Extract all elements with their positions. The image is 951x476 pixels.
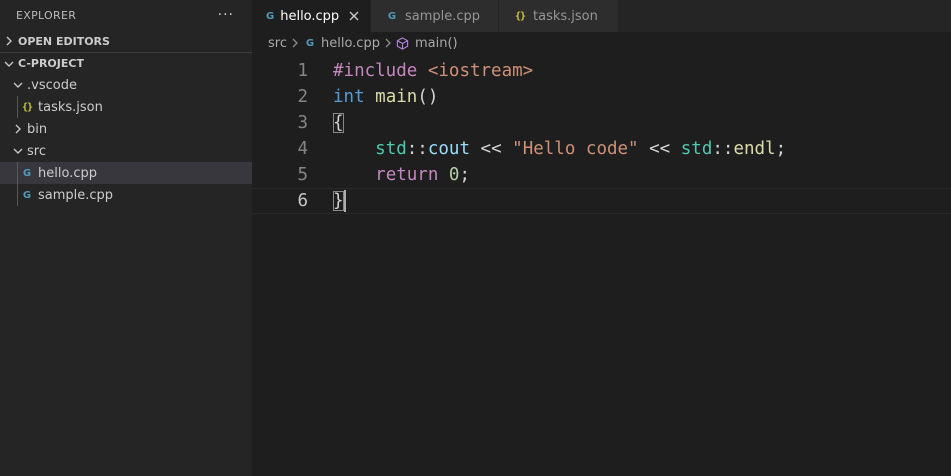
breadcrumb-symbol[interactable]: main() — [396, 36, 458, 51]
tab-sample-cpp[interactable]: G sample.cpp — [371, 0, 499, 32]
explorer-header: EXPLORER ··· — [0, 0, 252, 30]
explorer-sidebar: EXPLORER ··· OPEN EDITORS C-PROJECT .vsc… — [0, 0, 252, 476]
open-editors-label: OPEN EDITORS — [18, 34, 110, 48]
tree-label: src — [27, 143, 46, 159]
variable-token: cout — [427, 139, 470, 159]
semicolon-token: ; — [459, 165, 470, 185]
tab-bar: G hello.cpp G sample.cpp {} tasks.json — [252, 0, 951, 32]
line-number: 3 — [297, 113, 308, 133]
tree-label: hello.cpp — [38, 165, 97, 181]
tree-folder-src[interactable]: src — [0, 140, 252, 162]
cpp-file-icon: G — [387, 10, 397, 22]
line-number: 5 — [297, 165, 308, 185]
semicolon-token: ; — [775, 139, 787, 159]
indent-guide — [17, 162, 18, 184]
code-line: 1 #include <iostream> — [252, 58, 951, 84]
breadcrumb-symbol-label: main() — [414, 35, 458, 51]
indent-guide — [17, 184, 18, 206]
line-number: 2 — [297, 87, 308, 107]
code-line: 3 { — [252, 110, 951, 136]
matching-brace: { — [333, 113, 344, 133]
chevron-down-icon — [12, 80, 24, 90]
breadcrumb-file-label: hello.cpp — [320, 35, 380, 51]
breadcrumb-folder[interactable]: src — [268, 36, 287, 51]
cpp-file-icon: G — [22, 167, 32, 179]
tab-label: hello.cpp — [280, 8, 340, 24]
code-line-current: 6 } — [252, 188, 951, 214]
tab-label: tasks.json — [533, 8, 598, 24]
chevron-right-icon — [12, 124, 24, 134]
chevron-right-icon — [291, 38, 299, 48]
code-line: 5 return 0; — [252, 162, 951, 188]
close-icon[interactable] — [349, 8, 359, 24]
chevron-down-icon — [12, 146, 24, 156]
open-editors-section[interactable]: OPEN EDITORS — [0, 30, 252, 52]
chevron-down-icon — [3, 59, 15, 69]
cpp-file-icon: G — [266, 10, 275, 22]
tree-label: sample.cpp — [38, 187, 114, 203]
tree-file-tasks-json[interactable]: {} tasks.json — [0, 96, 252, 118]
code-line: 2 int main() — [252, 84, 951, 110]
tree-folder-bin[interactable]: bin — [0, 118, 252, 140]
explorer-title: EXPLORER — [16, 8, 77, 22]
editor-area: G hello.cpp G sample.cpp {} tasks.json s… — [252, 0, 951, 476]
tree-file-sample-cpp[interactable]: G sample.cpp — [0, 184, 252, 206]
tab-tasks-json[interactable]: {} tasks.json — [499, 0, 619, 32]
preprocessor-token: #include — [333, 61, 418, 81]
namespace-token: std — [680, 139, 713, 159]
matching-brace: } — [333, 191, 344, 211]
line-number: 6 — [297, 191, 308, 211]
cpp-file-icon: G — [305, 37, 315, 49]
chevron-right-icon — [384, 38, 392, 48]
tab-hello-cpp[interactable]: G hello.cpp — [252, 0, 371, 32]
header-token: <iostream> — [427, 61, 534, 81]
tree-label: .vscode — [27, 77, 77, 93]
string-token: "Hello code" — [512, 139, 639, 159]
keyword-token: return — [375, 165, 439, 185]
paren-token: () — [417, 87, 439, 107]
namespace-token: std — [375, 139, 407, 159]
project-label: C-PROJECT — [18, 57, 84, 70]
line-number: 1 — [297, 61, 308, 81]
tree-label: bin — [27, 121, 48, 137]
more-actions-icon[interactable]: ··· — [218, 7, 234, 23]
function-token: main — [375, 87, 418, 107]
cube-icon — [396, 36, 410, 50]
tree-file-hello-cpp[interactable]: G hello.cpp — [0, 162, 252, 184]
scope-token: :: — [406, 139, 428, 159]
code-editor[interactable]: 1 #include <iostream> 2 int main() 3 { 4… — [252, 54, 951, 214]
breadcrumb-file[interactable]: G hello.cpp — [303, 36, 380, 51]
breadcrumb: src G hello.cpp main() — [252, 32, 951, 54]
line-number: 4 — [297, 139, 308, 159]
project-section[interactable]: C-PROJECT — [0, 52, 252, 74]
json-file-icon: {} — [21, 101, 33, 113]
operator-token: << — [638, 139, 681, 159]
text-cursor — [343, 190, 346, 212]
function-token: endl — [733, 139, 776, 159]
scope-token: :: — [712, 139, 734, 159]
tab-label: sample.cpp — [405, 8, 481, 24]
tree-folder-vscode[interactable]: .vscode — [0, 74, 252, 96]
json-file-icon: {} — [514, 10, 526, 22]
code-line: 4 std::cout << "Hello code" << std::endl… — [252, 136, 951, 162]
indent-guide — [17, 96, 18, 118]
tree-label: tasks.json — [38, 99, 103, 115]
operator-token: << — [470, 139, 513, 159]
number-token: 0 — [438, 165, 460, 185]
type-token: int — [333, 87, 365, 107]
chevron-right-icon — [3, 36, 15, 46]
cpp-file-icon: G — [22, 189, 32, 201]
